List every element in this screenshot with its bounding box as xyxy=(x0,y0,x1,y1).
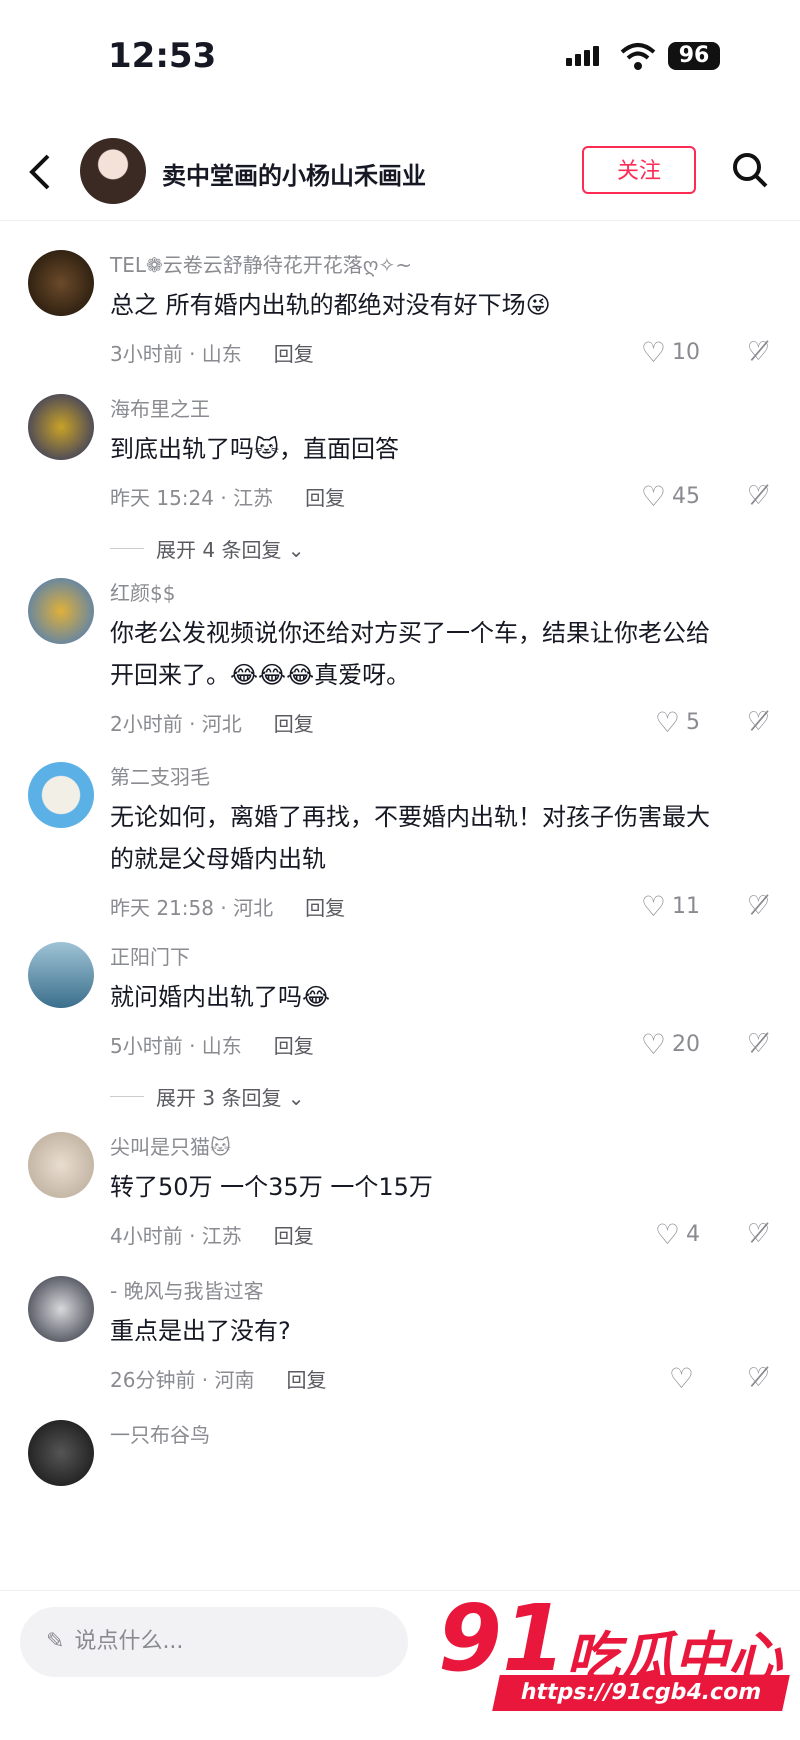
heart-icon: ♡ xyxy=(640,1027,666,1061)
like-count: 20 xyxy=(672,1031,700,1057)
status-time: 12:53 xyxy=(108,36,217,76)
status-bar: 12:53 96 xyxy=(0,0,800,120)
reply-button[interactable]: 回复 xyxy=(274,1030,314,1059)
avatar[interactable] xyxy=(28,394,94,460)
comment-item: 红颜$$ 你老公发视频说你还给对方买了一个车，结果让你老公给开回来了。😂😂😂真爱… xyxy=(0,548,800,739)
comment-time: 5小时前 · 山东 xyxy=(110,1033,242,1058)
profile-avatar[interactable] xyxy=(80,138,146,204)
wifi-icon xyxy=(620,42,656,78)
comment-text: 无论如何，离婚了再找，不要婚内出轨！对孩子伤害最大的就是父母婚内出轨 xyxy=(110,803,710,873)
reply-button[interactable]: 回复 xyxy=(274,1220,314,1249)
comment-item: - 晚风与我皆过客 重点是出了没有? 26分钟前 · 河南 回复 ♡ ♡̸ xyxy=(0,1246,800,1395)
comment-username[interactable]: TEL❁云卷云舒静待花开花落ღ✧~ xyxy=(110,220,730,278)
header: 卖中堂画的小杨山禾画业 关注 xyxy=(0,128,800,221)
reply-button[interactable]: 回复 xyxy=(305,482,345,511)
comment-username[interactable]: - 晚风与我皆过客 xyxy=(110,1246,730,1304)
dislike-icon[interactable]: ♡̸ xyxy=(747,481,770,511)
avatar[interactable] xyxy=(28,1276,94,1342)
avatar[interactable] xyxy=(28,762,94,828)
avatar[interactable] xyxy=(28,250,94,316)
like-count: 45 xyxy=(672,483,700,509)
signal-icon xyxy=(566,46,602,66)
comment-item: 海布里之王 到底出轨了吗🐱，直面回答 昨天 15:24 · 江苏 回复 ♡ 45 … xyxy=(0,364,800,562)
like-button[interactable]: ♡ 45 xyxy=(641,480,700,513)
comment-username[interactable]: 正阳门下 xyxy=(110,912,730,970)
reply-button[interactable]: 回复 xyxy=(274,338,314,367)
comment-username[interactable]: 海布里之王 xyxy=(110,364,730,422)
comment-item: 第二支羽毛 无论如何，离婚了再找，不要婚内出轨！对孩子伤害最大的就是父母婚内出轨… xyxy=(0,732,800,923)
comment-item: 一只布谷鸟 xyxy=(0,1390,800,1486)
back-icon[interactable] xyxy=(24,150,54,202)
like-button[interactable]: ♡ 20 xyxy=(641,1028,700,1061)
battery-icon: 96 xyxy=(668,42,720,70)
follow-button[interactable]: 关注 xyxy=(582,146,696,194)
comment-time: 4小时前 · 江苏 xyxy=(110,1223,242,1248)
watermark-url: https://91cgb4.com xyxy=(492,1675,790,1711)
dislike-icon[interactable]: ♡̸ xyxy=(747,1029,770,1059)
comment-text: 你老公发视频说你还给对方买了一个车，结果让你老公给开回来了。😂😂😂真爱呀。 xyxy=(110,619,710,689)
comment-list[interactable]: TEL❁云卷云舒静待花开花落ღ✧~ 总之 所有婚内出轨的都绝对没有好下场😜 3小… xyxy=(0,220,800,1590)
like-count: 4 xyxy=(686,1221,700,1247)
avatar[interactable] xyxy=(28,1420,94,1486)
comment-time: 昨天 15:24 · 江苏 xyxy=(110,485,274,510)
comment-text: 总之 所有婚内出轨的都绝对没有好下场😜 xyxy=(110,291,551,319)
comment-item: 正阳门下 就问婚内出轨了吗😂 5小时前 · 山东 回复 ♡ 20 ♡̸ 展开 3 … xyxy=(0,912,800,1110)
page-title: 卖中堂画的小杨山禾画业 xyxy=(162,162,426,190)
comment-text: 重点是出了没有? xyxy=(110,1317,291,1345)
dislike-icon[interactable]: ♡̸ xyxy=(747,337,770,367)
watermark-logo: 91 吃瓜中心 https://91cgb4.com xyxy=(438,1585,790,1721)
bottom-bar: ✎ 说点什么... 91 吃瓜中心 https://91cgb4.com xyxy=(0,1585,800,1740)
comment-username[interactable]: 红颜$$ xyxy=(110,548,730,606)
avatar[interactable] xyxy=(28,942,94,1008)
avatar[interactable] xyxy=(28,1132,94,1198)
comment-time: 26分钟前 · 河南 xyxy=(110,1367,255,1392)
comment-text: 就问婚内出轨了吗😂 xyxy=(110,983,331,1011)
comment-input[interactable]: ✎ 说点什么... xyxy=(20,1607,408,1677)
comment-input-placeholder: 说点什么... xyxy=(74,1629,184,1654)
heart-icon: ♡ xyxy=(640,479,666,513)
reply-button[interactable]: 回复 xyxy=(287,1364,327,1393)
comment-username[interactable]: 第二支羽毛 xyxy=(110,732,730,790)
pencil-icon: ✎ xyxy=(46,1629,65,1654)
comment-item: 尖叫是只猫🐱 转了50万 一个35万 一个15万 4小时前 · 江苏 回复 ♡ 4… xyxy=(0,1102,800,1251)
comment-text: 到底出轨了吗🐱，直面回答 xyxy=(110,435,400,463)
comment-username[interactable]: 一只布谷鸟 xyxy=(110,1390,730,1448)
comment-time: 3小时前 · 山东 xyxy=(110,341,242,366)
dislike-icon[interactable]: ♡̸ xyxy=(747,1219,770,1249)
avatar[interactable] xyxy=(28,578,94,644)
comment-username[interactable]: 尖叫是只猫🐱 xyxy=(110,1102,730,1160)
like-count: 5 xyxy=(686,709,700,735)
like-count: 10 xyxy=(672,339,700,365)
dislike-icon[interactable]: ♡̸ xyxy=(747,1363,770,1393)
comment-item: TEL❁云卷云舒静待花开花落ღ✧~ 总之 所有婚内出轨的都绝对没有好下场😜 3小… xyxy=(0,220,800,369)
search-icon[interactable] xyxy=(730,150,770,190)
comment-text: 转了50万 一个35万 一个15万 xyxy=(110,1173,433,1201)
